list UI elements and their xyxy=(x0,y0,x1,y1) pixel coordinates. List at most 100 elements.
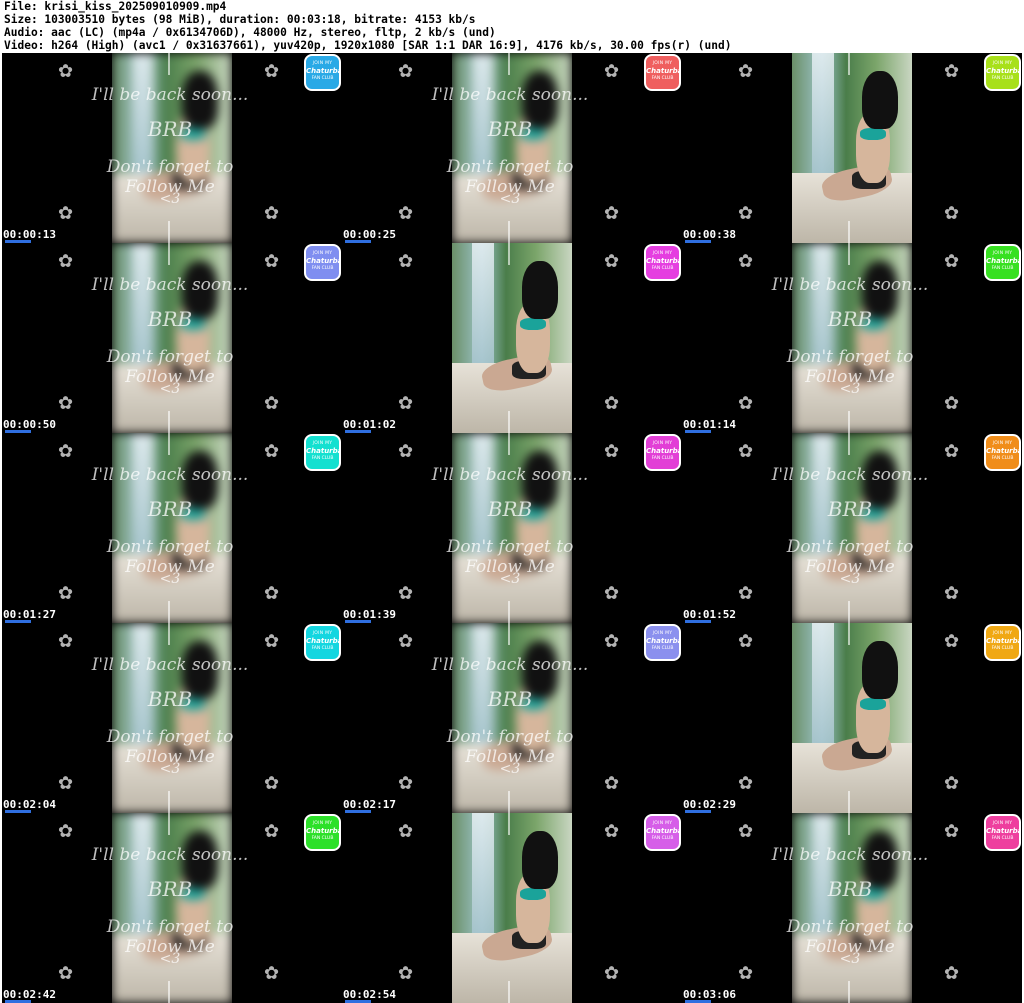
badge-line-3: FAN CLUB xyxy=(311,646,334,651)
fan-club-badge[interactable]: JOIN MY Chaturbate FAN CLUB xyxy=(644,624,681,661)
timestamp: 00:01:02 xyxy=(343,418,396,431)
divider xyxy=(508,981,510,1003)
badge-line-2: Chaturbate xyxy=(646,257,679,265)
flourish-icon: ✿ xyxy=(398,821,414,842)
video-thumbnail[interactable]: ✿ ✿ ✿ ✿ JOIN MY Chaturbate FAN CLUB 00:0… xyxy=(342,813,682,1003)
flourish-icon: ✿ xyxy=(738,441,754,462)
video-frame xyxy=(112,813,232,1003)
video-thumbnail[interactable]: ✿ ✿ ✿ ✿ I'll be back soon... BRB Don't f… xyxy=(342,623,682,813)
badge-line-3: FAN CLUB xyxy=(991,836,1014,841)
flourish-icon: ✿ xyxy=(604,203,620,224)
divider xyxy=(508,601,510,623)
video-frame xyxy=(792,243,912,433)
fan-club-badge[interactable]: JOIN MY Chaturbate FAN CLUB xyxy=(984,624,1021,661)
flourish-icon: ✿ xyxy=(738,61,754,82)
timestamp: 00:01:39 xyxy=(343,608,396,621)
fan-club-badge[interactable]: JOIN MY Chaturbate FAN CLUB xyxy=(304,814,341,851)
flourish-icon: ✿ xyxy=(264,963,280,984)
fan-club-badge[interactable]: JOIN MY Chaturbate FAN CLUB xyxy=(304,244,341,281)
badge-line-1: JOIN MY xyxy=(652,821,673,826)
badge-line-2: Chaturbate xyxy=(986,257,1019,265)
flourish-icon: ✿ xyxy=(944,251,960,272)
badge-line-3: FAN CLUB xyxy=(991,76,1014,81)
video-thumbnail[interactable]: ✿ ✿ ✿ ✿ JOIN MY Chaturbate FAN CLUB 00:0… xyxy=(682,53,1022,243)
flourish-icon: ✿ xyxy=(264,773,280,794)
divider xyxy=(848,981,850,1003)
badge-line-1: JOIN MY xyxy=(992,61,1013,66)
video-thumbnail[interactable]: ✿ ✿ ✿ ✿ I'll be back soon... BRB Don't f… xyxy=(682,433,1022,623)
flourish-icon: ✿ xyxy=(944,203,960,224)
flourish-icon: ✿ xyxy=(604,583,620,604)
divider xyxy=(168,433,170,455)
fan-club-badge[interactable]: JOIN MY Chaturbate FAN CLUB xyxy=(984,244,1021,281)
badge-line-2: Chaturbate xyxy=(646,827,679,835)
flourish-icon: ✿ xyxy=(738,631,754,652)
badge-line-3: FAN CLUB xyxy=(311,266,334,271)
badge-line-1: JOIN MY xyxy=(992,821,1013,826)
fan-club-badge[interactable]: JOIN MY Chaturbate FAN CLUB xyxy=(984,814,1021,851)
video-frame xyxy=(112,53,232,243)
flourish-icon: ✿ xyxy=(58,441,74,462)
flourish-icon: ✿ xyxy=(944,583,960,604)
flourish-icon: ✿ xyxy=(944,773,960,794)
fan-club-badge[interactable]: JOIN MY Chaturbate FAN CLUB xyxy=(304,54,341,91)
video-frame xyxy=(452,243,572,433)
divider xyxy=(168,221,170,243)
video-frame xyxy=(112,433,232,623)
badge-line-1: JOIN MY xyxy=(992,631,1013,636)
video-thumbnail[interactable]: ✿ ✿ ✿ ✿ I'll be back soon... BRB Don't f… xyxy=(2,813,342,1003)
flourish-icon: ✿ xyxy=(264,251,280,272)
video-thumbnail[interactable]: ✿ ✿ ✿ ✿ I'll be back soon... BRB Don't f… xyxy=(682,813,1022,1003)
fan-club-badge[interactable]: JOIN MY Chaturbate FAN CLUB xyxy=(984,434,1021,471)
timestamp: 00:00:50 xyxy=(3,418,56,431)
divider xyxy=(168,53,170,75)
fan-club-badge[interactable]: JOIN MY Chaturbate FAN CLUB xyxy=(644,244,681,281)
badge-line-3: FAN CLUB xyxy=(991,456,1014,461)
fan-club-badge[interactable]: JOIN MY Chaturbate FAN CLUB xyxy=(984,54,1021,91)
divider xyxy=(508,221,510,243)
badge-line-2: Chaturbate xyxy=(646,67,679,75)
fan-club-badge[interactable]: JOIN MY Chaturbate FAN CLUB xyxy=(304,434,341,471)
video-thumbnail[interactable]: ✿ ✿ ✿ ✿ JOIN MY Chaturbate FAN CLUB 00:0… xyxy=(342,243,682,433)
flourish-icon: ✿ xyxy=(264,583,280,604)
video-thumbnail[interactable]: ✿ ✿ ✿ ✿ I'll be back soon... BRB Don't f… xyxy=(2,53,342,243)
badge-line-2: Chaturbate xyxy=(646,447,679,455)
fan-club-badge[interactable]: JOIN MY Chaturbate FAN CLUB xyxy=(644,814,681,851)
flourish-icon: ✿ xyxy=(58,821,74,842)
video-frame xyxy=(112,623,232,813)
video-thumbnail[interactable]: ✿ ✿ ✿ ✿ I'll be back soon... BRB Don't f… xyxy=(342,433,682,623)
flourish-icon: ✿ xyxy=(944,631,960,652)
video-frame xyxy=(792,433,912,623)
flourish-icon: ✿ xyxy=(944,61,960,82)
fan-club-badge[interactable]: JOIN MY Chaturbate FAN CLUB xyxy=(644,54,681,91)
fan-club-badge[interactable]: JOIN MY Chaturbate FAN CLUB xyxy=(304,624,341,661)
timestamp: 00:01:27 xyxy=(3,608,56,621)
badge-line-3: FAN CLUB xyxy=(311,76,334,81)
video-thumbnail[interactable]: ✿ ✿ ✿ ✿ JOIN MY Chaturbate FAN CLUB 00:0… xyxy=(682,623,1022,813)
flourish-icon: ✿ xyxy=(604,393,620,414)
flourish-icon: ✿ xyxy=(944,441,960,462)
badge-line-1: JOIN MY xyxy=(652,631,673,636)
video-thumbnail[interactable]: ✿ ✿ ✿ ✿ I'll be back soon... BRB Don't f… xyxy=(2,243,342,433)
flourish-icon: ✿ xyxy=(738,821,754,842)
video-thumbnail[interactable]: ✿ ✿ ✿ ✿ I'll be back soon... BRB Don't f… xyxy=(342,53,682,243)
badge-line-2: Chaturbate xyxy=(646,637,679,645)
video-thumbnail[interactable]: ✿ ✿ ✿ ✿ I'll be back soon... BRB Don't f… xyxy=(682,243,1022,433)
badge-line-3: FAN CLUB xyxy=(991,266,1014,271)
divider xyxy=(508,411,510,433)
fan-club-badge[interactable]: JOIN MY Chaturbate FAN CLUB xyxy=(644,434,681,471)
badge-line-1: JOIN MY xyxy=(652,251,673,256)
divider xyxy=(848,601,850,623)
flourish-icon: ✿ xyxy=(604,773,620,794)
flourish-icon: ✿ xyxy=(398,583,414,604)
flourish-icon: ✿ xyxy=(264,821,280,842)
timestamp: 00:00:25 xyxy=(343,228,396,241)
flourish-icon: ✿ xyxy=(604,251,620,272)
badge-line-3: FAN CLUB xyxy=(311,456,334,461)
video-thumbnail[interactable]: ✿ ✿ ✿ ✿ I'll be back soon... BRB Don't f… xyxy=(2,623,342,813)
flourish-icon: ✿ xyxy=(398,393,414,414)
divider xyxy=(508,623,510,645)
video-thumbnail[interactable]: ✿ ✿ ✿ ✿ I'll be back soon... BRB Don't f… xyxy=(2,433,342,623)
badge-line-2: Chaturbate xyxy=(986,637,1019,645)
badge-line-2: Chaturbate xyxy=(306,637,339,645)
